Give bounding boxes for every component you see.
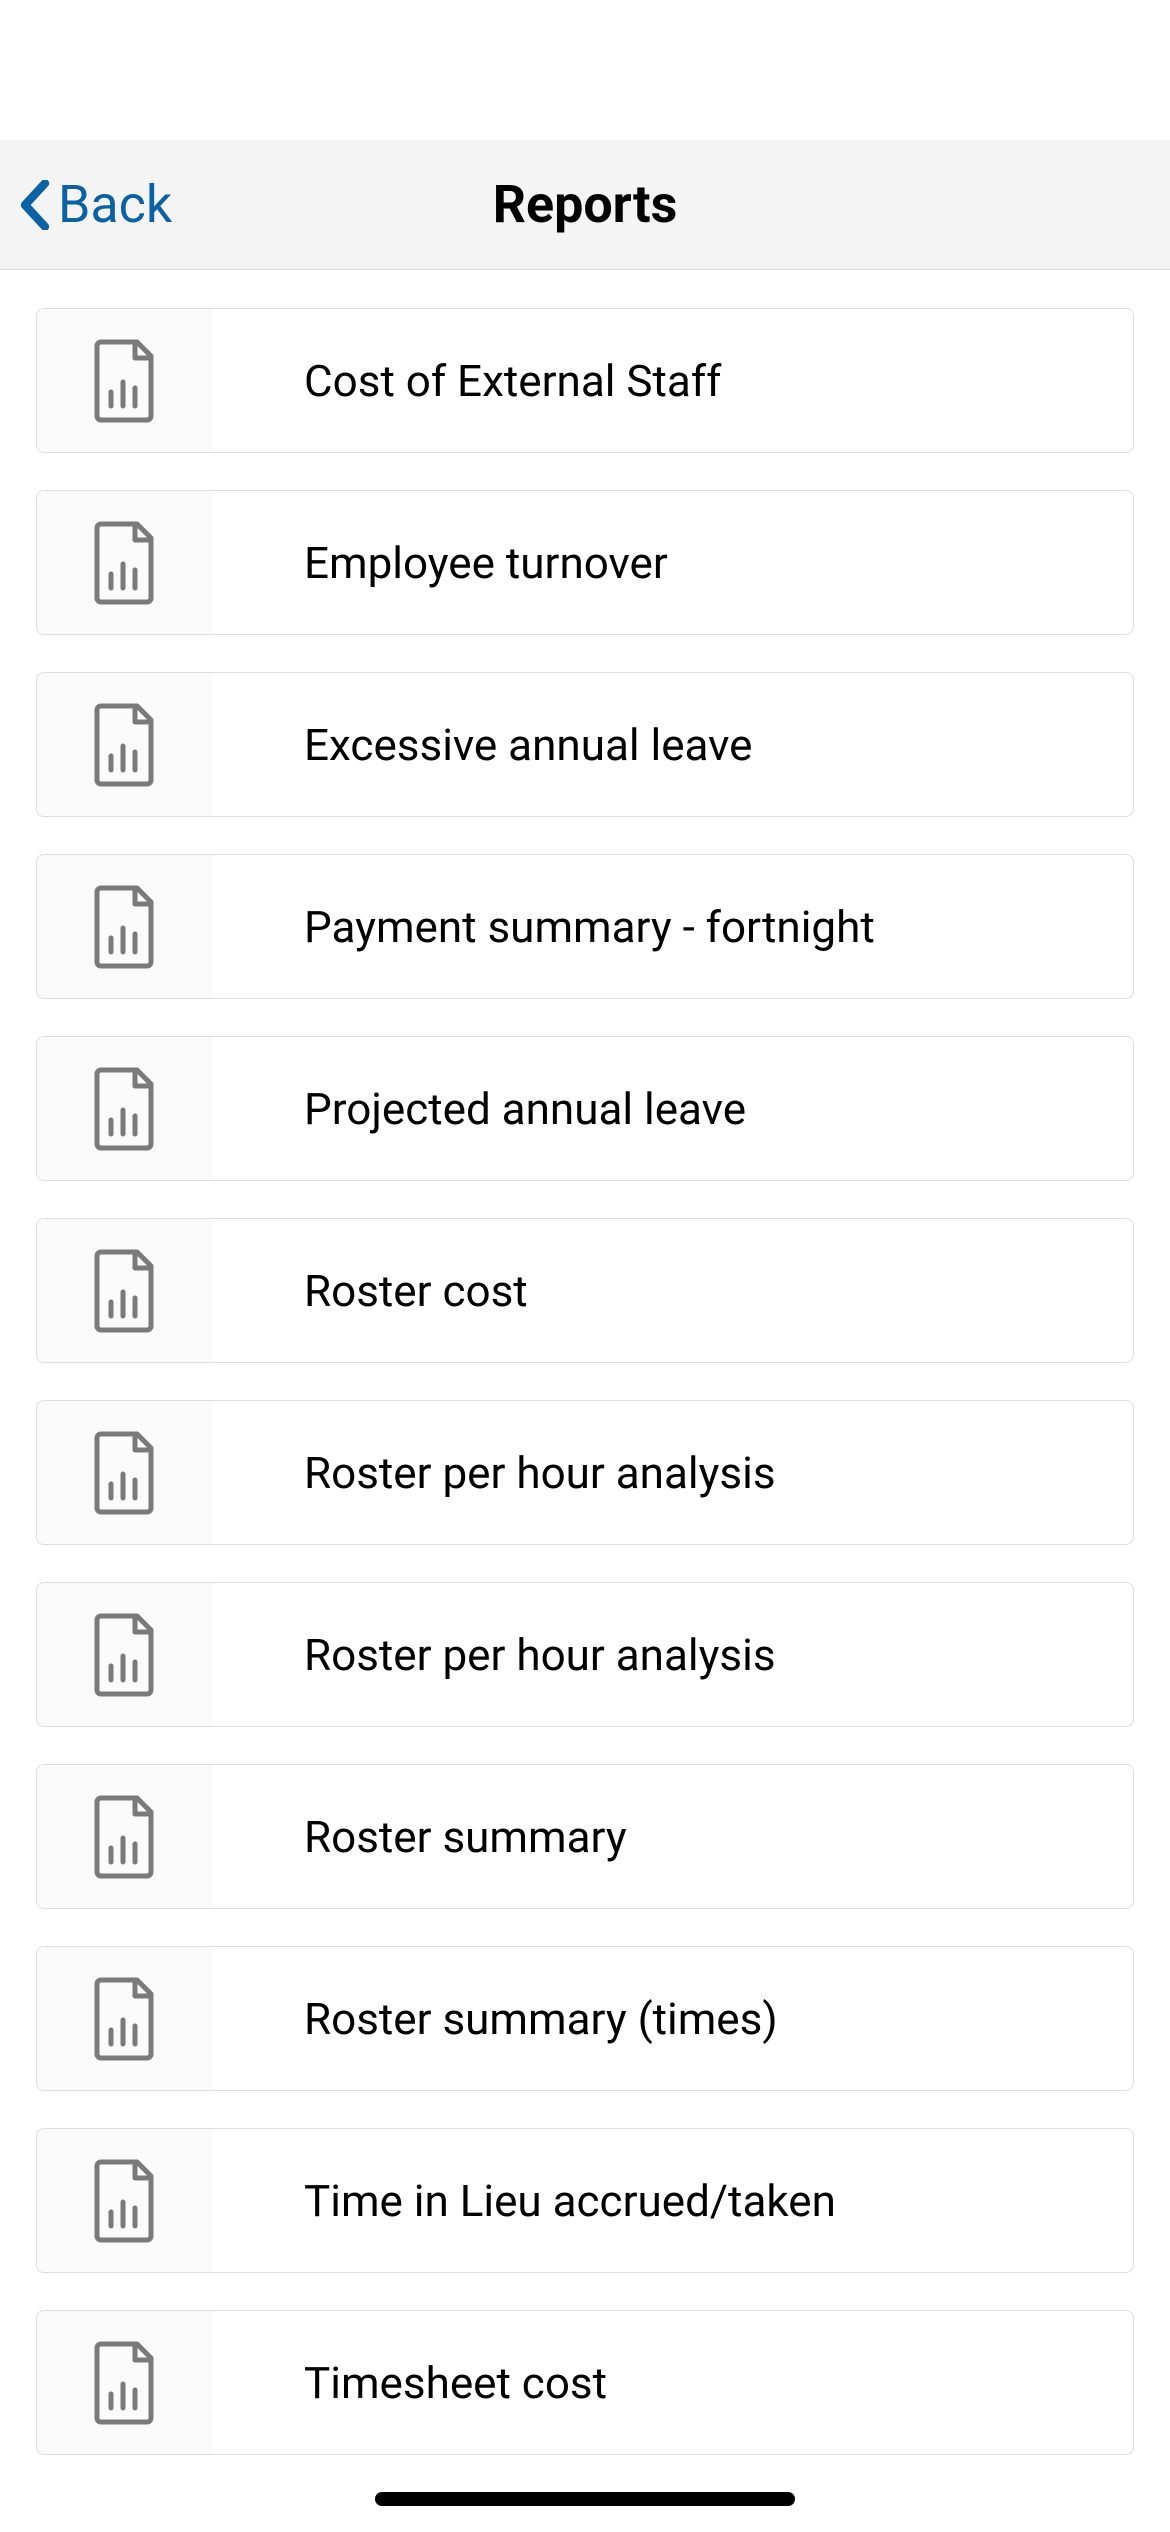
status-bar	[0, 0, 1170, 140]
report-label: Excessive annual leave	[212, 719, 753, 771]
report-chart-file-icon	[37, 1765, 212, 1908]
report-item[interactable]: Roster summary	[36, 1764, 1134, 1909]
back-label: Back	[58, 174, 172, 235]
chevron-left-icon	[18, 180, 52, 230]
report-item[interactable]: Excessive annual leave	[36, 672, 1134, 817]
report-chart-file-icon	[37, 491, 212, 634]
report-item[interactable]: Roster per hour analysis	[36, 1582, 1134, 1727]
report-label: Roster per hour analysis	[212, 1447, 776, 1499]
report-item[interactable]: Employee turnover	[36, 490, 1134, 635]
report-item[interactable]: Roster summary (times)	[36, 1946, 1134, 2091]
report-item[interactable]: Projected annual leave	[36, 1036, 1134, 1181]
report-label: Roster per hour analysis	[212, 1629, 776, 1681]
report-label: Roster summary (times)	[212, 1993, 778, 2045]
reports-list: Cost of External Staff Employee turnover…	[0, 270, 1170, 2455]
report-chart-file-icon	[37, 855, 212, 998]
report-chart-file-icon	[37, 309, 212, 452]
report-item[interactable]: Time in Lieu accrued/taken	[36, 2128, 1134, 2273]
report-label: Roster cost	[212, 1265, 528, 1317]
report-label: Roster summary	[212, 1811, 627, 1863]
home-indicator	[375, 2492, 795, 2506]
report-chart-file-icon	[37, 2311, 212, 2454]
report-chart-file-icon	[37, 1583, 212, 1726]
report-chart-file-icon	[37, 673, 212, 816]
report-label: Timesheet cost	[212, 2357, 607, 2409]
report-chart-file-icon	[37, 1219, 212, 1362]
report-item[interactable]: Timesheet cost	[36, 2310, 1134, 2455]
report-label: Projected annual leave	[212, 1083, 746, 1135]
report-chart-file-icon	[37, 2129, 212, 2272]
report-item[interactable]: Payment summary - fortnight	[36, 854, 1134, 999]
report-item[interactable]: Roster cost	[36, 1218, 1134, 1363]
back-button[interactable]: Back	[0, 174, 172, 235]
report-label: Cost of External Staff	[212, 355, 721, 407]
report-label: Time in Lieu accrued/taken	[212, 2175, 836, 2227]
report-item[interactable]: Cost of External Staff	[36, 308, 1134, 453]
report-item[interactable]: Roster per hour analysis	[36, 1400, 1134, 1545]
report-label: Payment summary - fortnight	[212, 901, 875, 953]
report-label: Employee turnover	[212, 537, 668, 589]
report-chart-file-icon	[37, 1947, 212, 2090]
page-title: Reports	[493, 174, 678, 235]
report-chart-file-icon	[37, 1037, 212, 1180]
report-chart-file-icon	[37, 1401, 212, 1544]
navigation-bar: Back Reports	[0, 140, 1170, 270]
